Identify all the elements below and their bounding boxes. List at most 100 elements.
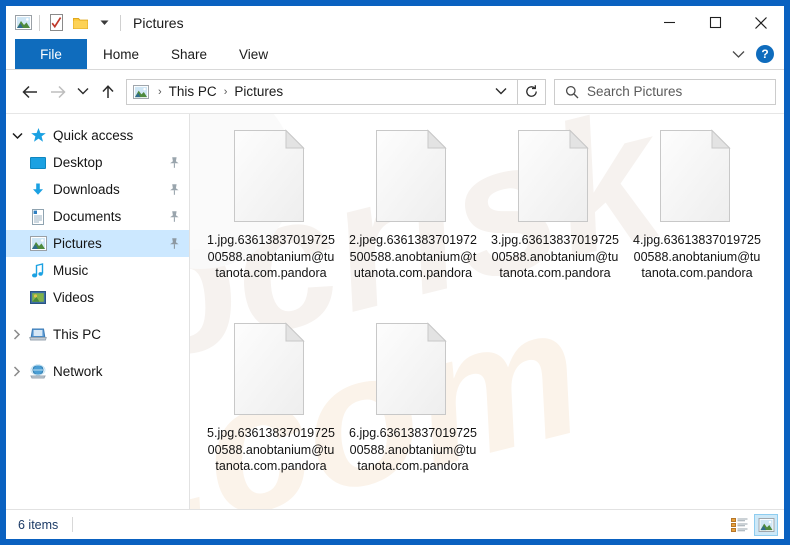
up-button[interactable]: [94, 78, 122, 106]
sidebar-item-label: Network: [53, 364, 103, 379]
search-input[interactable]: Search Pictures: [554, 78, 776, 105]
status-bar: 6 items: [6, 509, 784, 539]
sidebar-item-label: Videos: [53, 290, 95, 305]
file-name: 4.jpg.6361383701972500588.anobtanium@tut…: [633, 233, 761, 280]
breadcrumb-separator-0[interactable]: ›: [153, 86, 167, 98]
file-name: 3.jpg.6361383701972500588.anobtanium@tut…: [491, 233, 619, 280]
file-item[interactable]: 1.jpg.6361383701972500588.anobtanium@tut…: [200, 122, 342, 315]
tab-view[interactable]: View: [223, 39, 284, 69]
title-divider: [120, 14, 121, 31]
blank-file-icon: [374, 321, 452, 417]
refresh-button[interactable]: [518, 78, 546, 105]
customize-chevron-icon[interactable]: [92, 11, 116, 35]
expand-ribbon-chevron-icon[interactable]: [726, 42, 750, 66]
breadcrumb-separator-1[interactable]: ›: [219, 86, 233, 98]
sidebar-item-label: Pictures: [53, 236, 102, 251]
chevron-right-icon[interactable]: [6, 329, 28, 340]
pictures-icon[interactable]: [11, 11, 35, 35]
breadcrumb[interactable]: › This PC › Pictures: [126, 78, 518, 105]
maximize-button[interactable]: [692, 6, 738, 39]
blank-file-icon: [232, 128, 310, 224]
toolbar-divider: [39, 14, 40, 31]
item-count: 6 items: [18, 517, 59, 532]
file-item[interactable]: 2.jpeg.6361383701972500588.anobtanium@tu…: [342, 122, 484, 315]
view-mode-buttons: [727, 513, 778, 536]
tab-home[interactable]: Home: [87, 39, 155, 69]
window-title: Pictures: [133, 14, 184, 31]
file-item[interactable]: 3.jpg.6361383701972500588.anobtanium@tut…: [484, 122, 626, 315]
recent-locations-chevron-icon[interactable]: [72, 78, 94, 106]
help-button[interactable]: ?: [756, 45, 774, 63]
blank-file-icon: [232, 321, 310, 417]
videos-icon: [28, 290, 48, 305]
documents-icon: [28, 208, 48, 225]
sidebar-item-music[interactable]: Music: [6, 257, 189, 284]
file-name: 1.jpg.6361383701972500588.anobtanium@tut…: [207, 233, 335, 280]
file-list-pane[interactable]: pcrisk .com: [190, 114, 784, 509]
search-icon: [555, 85, 587, 99]
address-bar: › This PC › Pictures Search Pictures: [6, 70, 784, 113]
file-item[interactable]: 4.jpg.6361383701972500588.anobtanium@tut…: [626, 122, 768, 315]
chevron-right-icon[interactable]: [6, 366, 28, 377]
breadcrumb-item-pictures[interactable]: Pictures: [232, 84, 285, 99]
large-icons-view-button[interactable]: [754, 513, 778, 536]
quick-access-toolbar: Pictures: [6, 6, 184, 39]
file-item[interactable]: 5.jpg.6361383701972500588.anobtanium@tut…: [200, 315, 342, 508]
window-frame: Pictures File Home Share View ? › This P…: [0, 0, 790, 545]
ribbon-right-controls: ?: [726, 39, 780, 69]
sidebar-item-downloads[interactable]: Downloads: [6, 176, 189, 203]
ribbon-tab-bar: File Home Share View ?: [6, 39, 784, 70]
blank-file-icon: [658, 128, 736, 224]
properties-icon[interactable]: [44, 11, 68, 35]
sidebar-item-network[interactable]: Network: [6, 358, 189, 385]
desktop-icon: [28, 156, 48, 170]
back-button[interactable]: [16, 78, 44, 106]
sidebar-item-label: This PC: [53, 327, 102, 342]
sidebar-item-documents[interactable]: Documents: [6, 203, 189, 230]
forward-button[interactable]: [44, 78, 72, 106]
search-placeholder: Search Pictures: [587, 84, 683, 99]
title-bar: Pictures: [6, 6, 784, 39]
tab-file[interactable]: File: [15, 39, 87, 69]
close-button[interactable]: [738, 6, 784, 39]
details-view-button[interactable]: [727, 514, 751, 536]
file-item[interactable]: 6.jpg.6361383701972500588.anobtanium@tut…: [342, 315, 484, 508]
chevron-down-icon[interactable]: [6, 132, 28, 140]
star-icon: [28, 127, 48, 144]
sidebar-group-label: Quick access: [53, 128, 134, 143]
downloads-icon: [28, 182, 48, 198]
file-name: 6.jpg.6361383701972500588.anobtanium@tut…: [349, 426, 477, 473]
sidebar-item-this-pc[interactable]: This PC: [6, 321, 189, 348]
status-divider: [72, 517, 74, 532]
sidebar-group-quick-access[interactable]: Quick access: [6, 122, 189, 149]
minimize-button[interactable]: [646, 6, 692, 39]
sidebar-item-desktop[interactable]: Desktop: [6, 149, 189, 176]
sidebar-item-pictures[interactable]: Pictures: [6, 230, 189, 257]
blank-file-icon: [516, 128, 594, 224]
sidebar-item-label: Music: [53, 263, 89, 278]
file-name: 5.jpg.6361383701972500588.anobtanium@tut…: [207, 426, 335, 473]
sidebar-item-label: Desktop: [53, 155, 103, 170]
breadcrumb-item-this-pc[interactable]: This PC: [167, 84, 219, 99]
blank-file-icon: [374, 128, 452, 224]
computer-icon: [28, 327, 48, 342]
pictures-icon: [28, 236, 48, 251]
pin-icon[interactable]: [168, 237, 181, 250]
tab-share[interactable]: Share: [155, 39, 223, 69]
file-grid: 1.jpg.6361383701972500588.anobtanium@tut…: [190, 114, 784, 509]
pin-icon[interactable]: [168, 183, 181, 196]
sidebar-item-label: Downloads: [53, 182, 120, 197]
new-folder-icon[interactable]: [68, 11, 92, 35]
sidebar-item-videos[interactable]: Videos: [6, 284, 189, 311]
pin-icon[interactable]: [168, 156, 181, 169]
sidebar-item-label: Documents: [53, 209, 122, 224]
pin-icon[interactable]: [168, 210, 181, 223]
body: Quick access Desktop Downloads Documents…: [6, 113, 784, 509]
address-dropdown-chevron-icon[interactable]: [491, 87, 517, 96]
breadcrumb-pictures-icon: [127, 84, 153, 99]
file-name: 2.jpeg.6361383701972500588.anobtanium@tu…: [349, 233, 477, 280]
network-icon: [28, 364, 48, 379]
music-icon: [28, 262, 48, 279]
